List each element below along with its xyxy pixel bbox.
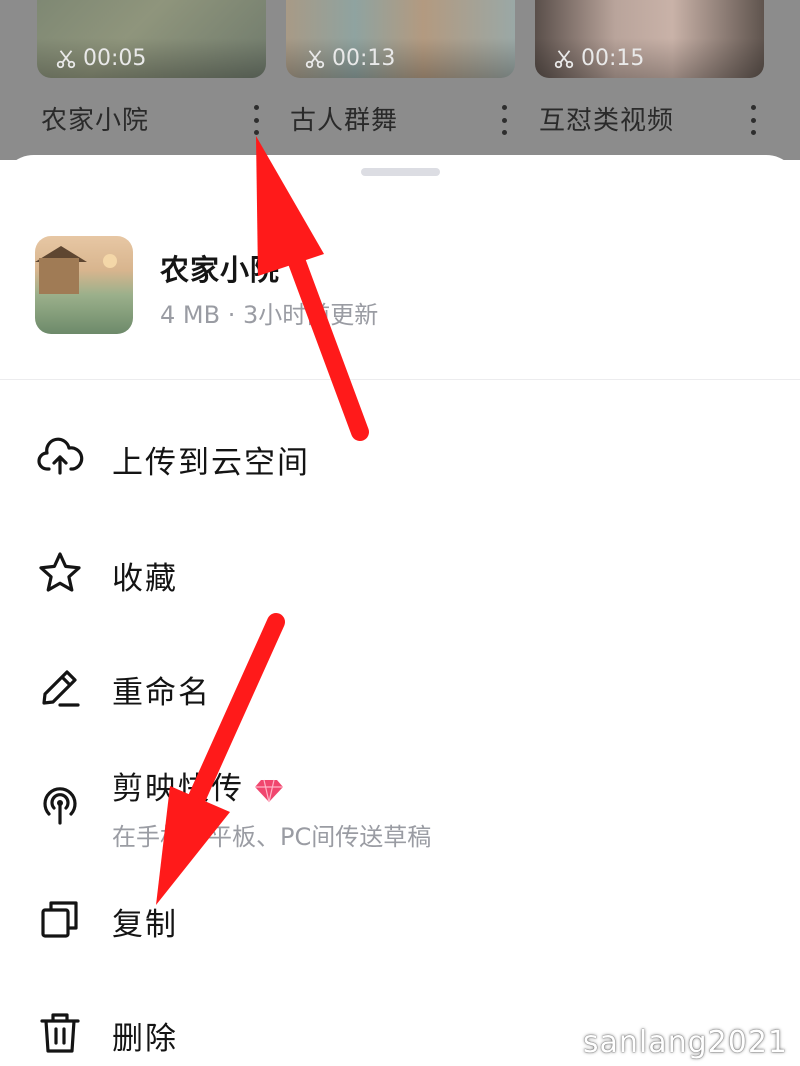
menu-item-favorite[interactable]: 收藏 (0, 541, 800, 605)
duration-text: 00:15 (581, 46, 645, 71)
vip-diamond-icon (255, 779, 283, 802)
file-thumbnail (35, 236, 133, 334)
video-title: 互怼类视频 (539, 106, 675, 136)
menu-item-quick-transfer[interactable]: 剪映快传 在手机、平板、PC间传送草稿 (0, 759, 800, 851)
menu-label: 剪映快传 (112, 763, 284, 808)
menu-item-copy[interactable]: 复制 (0, 887, 800, 951)
star-icon (36, 549, 84, 597)
scissors-icon (56, 49, 76, 68)
watermark: sanlang2021 (582, 1025, 788, 1060)
file-meta: 4 MB · 3小时前更新 (160, 301, 379, 329)
more-options-icon[interactable] (252, 105, 260, 135)
action-bottom-sheet: 农家小院 4 MB · 3小时前更新 上传到云空间 收藏 重命名 剪映快传 在手… (0, 155, 800, 1066)
video-title: 农家小院 (41, 106, 150, 136)
menu-label: 复制 (112, 907, 178, 943)
video-grid-background: 00:05 农家小院 00:13 古人群舞 00:15 互怼类视频 (0, 0, 800, 160)
cloud-upload-icon (36, 433, 84, 481)
broadcast-icon (36, 779, 84, 827)
video-duration: 00:15 (553, 46, 644, 71)
menu-sublabel: 在手机、平板、PC间传送草稿 (112, 823, 432, 851)
scissors-icon (554, 49, 574, 68)
copy-icon (36, 895, 84, 943)
divider (0, 379, 800, 380)
video-title: 古人群舞 (290, 106, 399, 136)
menu-label: 删除 (112, 1021, 178, 1057)
video-duration: 00:13 (304, 46, 395, 71)
file-name: 农家小院 (160, 253, 281, 287)
scissors-icon (305, 49, 325, 68)
menu-item-rename[interactable]: 重命名 (0, 655, 800, 719)
menu-label: 重命名 (112, 675, 211, 711)
sheet-drag-handle[interactable] (361, 168, 440, 176)
menu-label: 收藏 (112, 561, 178, 597)
duration-text: 00:13 (332, 46, 396, 71)
video-duration: 00:05 (55, 46, 146, 71)
menu-label-text: 剪映快传 (112, 771, 244, 807)
menu-item-upload-cloud[interactable]: 上传到云空间 (0, 425, 800, 489)
trash-icon (36, 1009, 84, 1057)
more-options-icon[interactable] (749, 105, 757, 135)
duration-text: 00:05 (83, 46, 147, 71)
more-options-icon[interactable] (500, 105, 508, 135)
pencil-icon (36, 663, 84, 711)
menu-label: 上传到云空间 (112, 445, 310, 481)
